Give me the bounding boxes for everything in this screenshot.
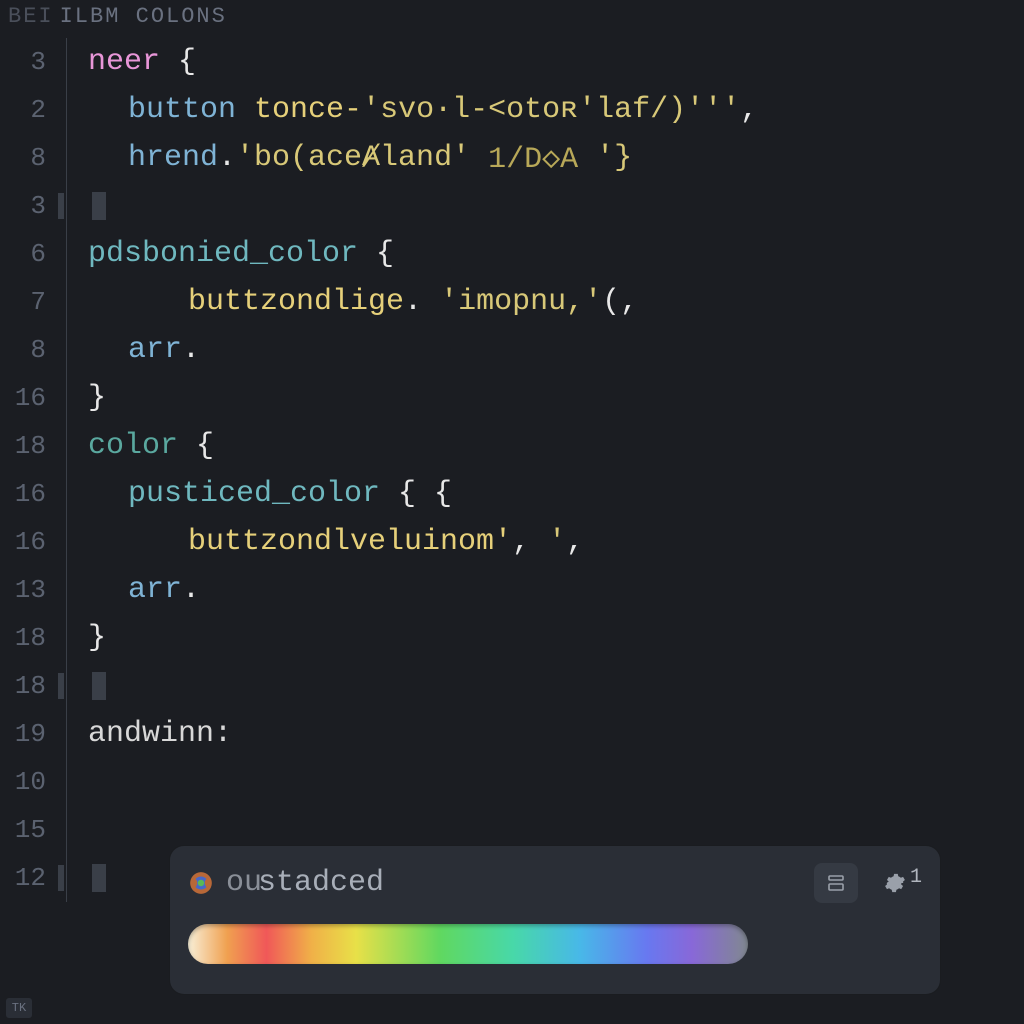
code-line[interactable]: andwinn: xyxy=(88,710,1024,758)
header-prefix: BEI xyxy=(8,4,54,29)
line-number: 12 xyxy=(0,854,58,902)
gutter: 32836781618161613181819101512 xyxy=(0,32,58,1024)
header-bar: BEI ILBM COLONS xyxy=(0,0,1024,32)
code-line[interactable]: pdsbonied_color { xyxy=(88,230,1024,278)
line-number: 16 xyxy=(0,518,58,566)
code-line[interactable]: button tonce-'svo·l-<otoʀ'laf/)''', xyxy=(88,86,1024,134)
code-line[interactable]: color { xyxy=(88,422,1024,470)
code-line[interactable] xyxy=(88,758,1024,806)
popup-settings-button[interactable]: 1 xyxy=(884,872,922,895)
line-number: 2 xyxy=(0,86,58,134)
code-line[interactable]: buttzondlige. 'imopnu,'(, xyxy=(88,278,1024,326)
popup-gear-badge: 1 xyxy=(910,866,922,889)
code-line[interactable]: arr. xyxy=(88,326,1024,374)
bottom-badge: TK xyxy=(6,998,32,1018)
popup-logo-icon xyxy=(188,870,214,896)
line-number: 7 xyxy=(0,278,58,326)
line-number: 6 xyxy=(0,230,58,278)
line-number: 13 xyxy=(0,566,58,614)
spectrum-gradient xyxy=(188,924,748,964)
line-number: 3 xyxy=(0,182,58,230)
code-line[interactable]: pusticed_color { { xyxy=(88,470,1024,518)
color-popup[interactable]: oustadced 1 xyxy=(170,846,940,994)
popup-header: oustadced 1 xyxy=(188,860,922,906)
code-line[interactable]: hrend.'bo(aceȺland' 1/D◇A '} xyxy=(88,134,1024,182)
line-number: 18 xyxy=(0,662,58,710)
code-line[interactable]: buttzondlveluinom', ', xyxy=(88,518,1024,566)
line-number: 8 xyxy=(0,134,58,182)
line-number: 16 xyxy=(0,374,58,422)
code-line[interactable] xyxy=(88,182,1024,230)
line-number: 18 xyxy=(0,422,58,470)
code-line[interactable]: } xyxy=(88,614,1024,662)
line-number: 15 xyxy=(0,806,58,854)
line-number: 19 xyxy=(0,710,58,758)
color-spectrum-slider[interactable] xyxy=(188,924,748,964)
code-line[interactable] xyxy=(88,662,1024,710)
line-number: 16 xyxy=(0,470,58,518)
code-line[interactable]: } xyxy=(88,374,1024,422)
gear-icon xyxy=(884,872,906,894)
line-number: 3 xyxy=(0,38,58,86)
line-number: 10 xyxy=(0,758,58,806)
popup-title: oustadced xyxy=(226,866,814,900)
line-number: 8 xyxy=(0,326,58,374)
line-number: 18 xyxy=(0,614,58,662)
header-title: ILBM COLONS xyxy=(60,4,227,29)
popup-layout-button[interactable] xyxy=(814,863,858,903)
code-line[interactable]: arr. xyxy=(88,566,1024,614)
code-line[interactable]: neer { xyxy=(88,38,1024,86)
